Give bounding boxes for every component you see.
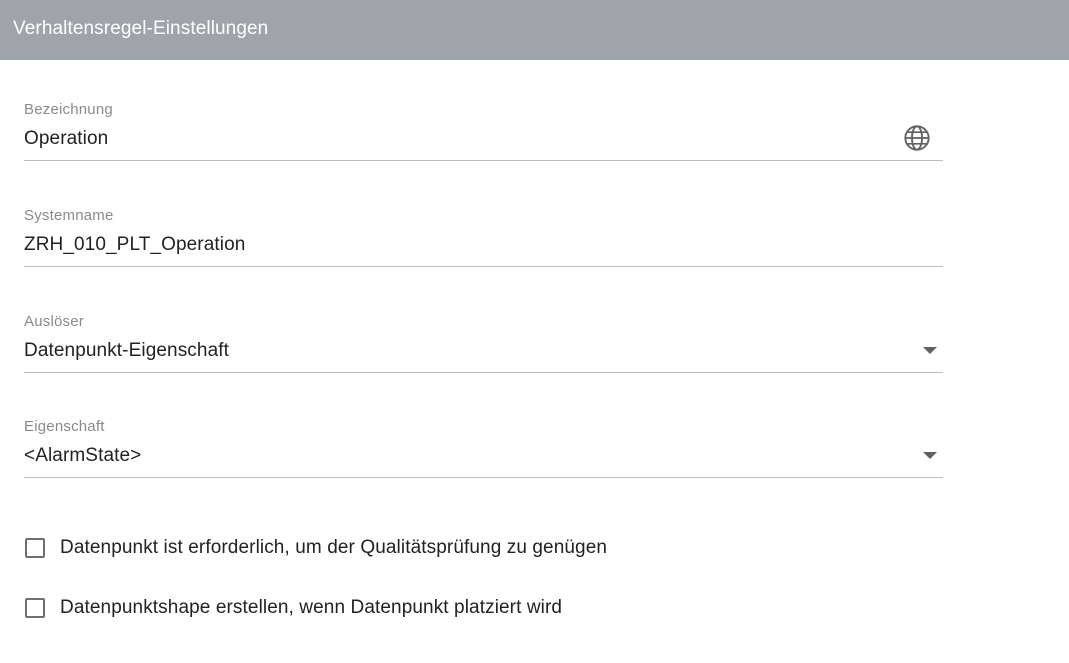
chevron-down-icon[interactable]: [923, 452, 937, 459]
ausloeser-label: Auslöser: [24, 313, 84, 330]
checkbox-box[interactable]: [25, 598, 45, 618]
systemname-field[interactable]: Systemname ZRH_010_PLT_Operation: [24, 207, 943, 269]
eigenschaft-value[interactable]: <AlarmState>: [24, 445, 141, 467]
checkbox-box[interactable]: [25, 538, 45, 558]
ausloeser-underline: [24, 372, 943, 373]
eigenschaft-select[interactable]: Eigenschaft <AlarmState>: [24, 418, 943, 480]
bezeichnung-label: Bezeichnung: [24, 101, 113, 118]
eigenschaft-underline: [24, 477, 943, 478]
dialog-title: Verhaltensregel-Einstellungen: [13, 18, 269, 39]
eigenschaft-label: Eigenschaft: [24, 418, 105, 435]
globe-icon[interactable]: [903, 124, 931, 152]
systemname-underline: [24, 266, 943, 267]
bezeichnung-underline: [24, 160, 943, 161]
checkbox-label: Datenpunkt ist erforderlich, um der Qual…: [60, 537, 608, 558]
ausloeser-value[interactable]: Datenpunkt-Eigenschaft: [24, 340, 229, 362]
chevron-down-icon[interactable]: [923, 347, 937, 354]
bezeichnung-field[interactable]: Bezeichnung Operation: [24, 101, 943, 163]
checkbox-label: Datenpunktshape erstellen, wenn Datenpun…: [60, 597, 563, 618]
systemname-label: Systemname: [24, 207, 114, 224]
ausloeser-select[interactable]: Auslöser Datenpunkt-Eigenschaft: [24, 313, 943, 375]
systemname-input[interactable]: ZRH_010_PLT_Operation: [24, 234, 245, 256]
dialog-header: Verhaltensregel-Einstellungen: [0, 0, 1069, 60]
bezeichnung-input[interactable]: Operation: [24, 128, 108, 150]
